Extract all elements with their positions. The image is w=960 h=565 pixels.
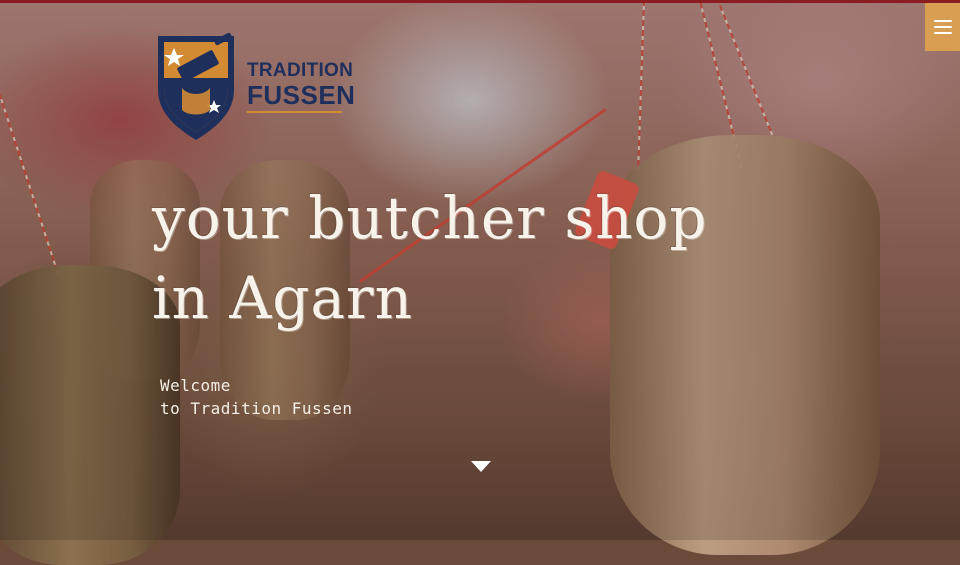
menu-button[interactable] (925, 3, 960, 51)
shield-cleaver-logo-icon (158, 32, 234, 140)
headline-line2: in Agarn (152, 264, 414, 332)
brand-wordmark: TRADITION FUSSEN (247, 60, 355, 113)
caret-down-icon[interactable] (471, 461, 491, 472)
welcome-text: Welcome to Tradition Fussen (160, 374, 353, 420)
welcome-line1: Welcome (160, 376, 231, 395)
brand-name-line2: FUSSEN (247, 80, 356, 110)
hamburger-menu-icon (933, 20, 952, 34)
top-accent-bar (0, 0, 960, 3)
hero-headline: your butcher shop in Agarn (152, 178, 707, 338)
brand-name-line1: TRADITION (247, 60, 354, 81)
welcome-line2: to Tradition Fussen (160, 399, 353, 418)
headline-line1: your butcher shop (152, 184, 708, 252)
brand-underline (247, 111, 342, 113)
brand-logo[interactable]: TRADITION FUSSEN (152, 30, 355, 145)
